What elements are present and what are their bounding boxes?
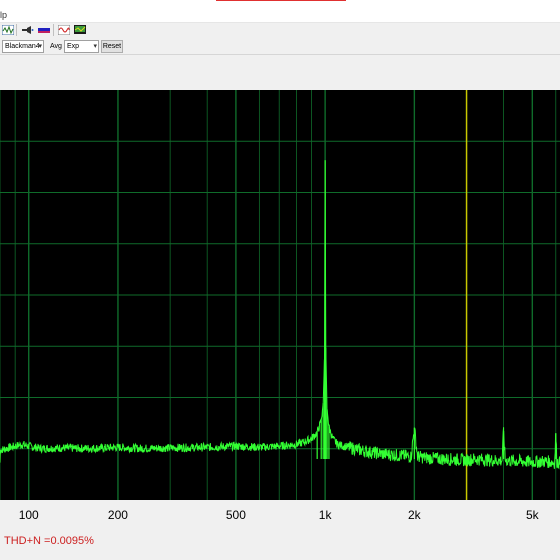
x-tick-label: 100	[18, 508, 39, 522]
x-tick-label: 1k	[318, 508, 332, 522]
toolbar-separator	[16, 24, 17, 36]
monitor-icon[interactable]	[74, 25, 86, 35]
sine-wave-icon[interactable]	[58, 25, 70, 35]
avg-value: Exp	[67, 43, 80, 50]
thd-readout: THD+N =0.0095%	[4, 535, 94, 547]
spectrum-trace	[0, 160, 560, 470]
title-accent	[216, 0, 346, 1]
spectrum-plot	[0, 90, 560, 500]
title-bar	[0, 0, 560, 12]
icon-toolbar	[0, 23, 560, 38]
menu-bar: lp	[0, 10, 560, 23]
menu-help[interactable]: lp	[0, 10, 7, 20]
speaker-icon[interactable]	[22, 25, 34, 35]
x-axis	[0, 500, 560, 530]
window-function-select[interactable]: Blackman4 ▾	[2, 40, 44, 53]
reset-button[interactable]: Reset	[101, 40, 123, 53]
chevron-down-icon: ▾	[93, 43, 97, 50]
chevron-down-icon: ▾	[38, 43, 42, 50]
x-tick-label: 2k	[408, 508, 421, 522]
spectrum-bar-icon[interactable]	[38, 25, 50, 35]
window-function-value: Blackman4	[5, 43, 40, 50]
avg-label: Avg	[50, 43, 62, 50]
waveform-icon[interactable]	[2, 25, 14, 35]
x-tick-label: 5k	[525, 508, 539, 522]
x-tick-label: 200	[107, 508, 128, 522]
avg-select[interactable]: Exp ▾	[64, 40, 99, 53]
spectrum-chart	[0, 90, 560, 500]
settings-toolbar: Blackman4 ▾ Avg Exp ▾ Reset	[0, 38, 560, 55]
x-tick-label: 500	[225, 508, 246, 522]
panel-spacer	[0, 55, 560, 91]
toolbar-separator	[53, 24, 54, 36]
